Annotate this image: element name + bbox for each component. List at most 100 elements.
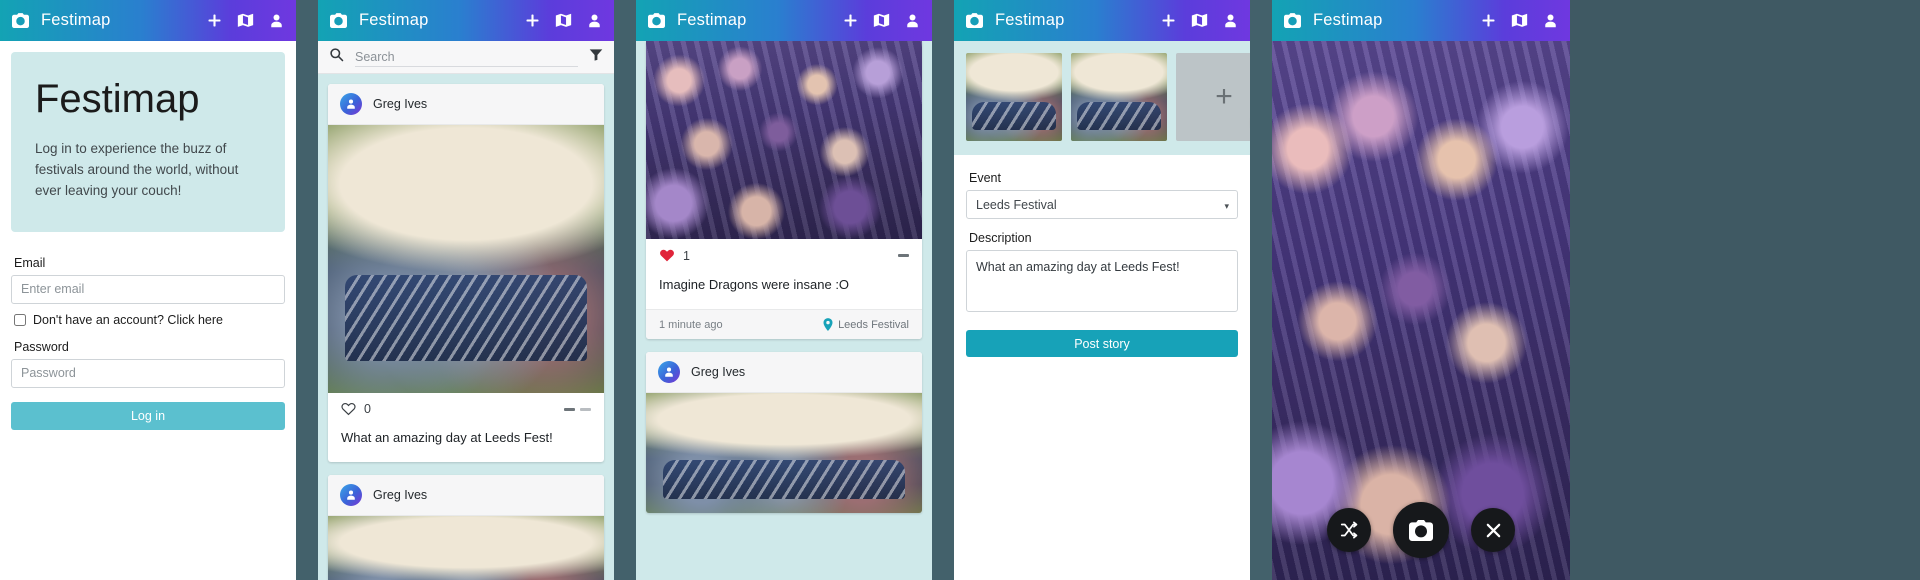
camera-icon[interactable] [12,13,29,28]
add-photo-button[interactable]: + [1176,53,1250,141]
timestamp: 1 minute ago [659,318,723,331]
camera-icon[interactable] [966,13,983,28]
like-control[interactable]: 1 [659,248,690,263]
app-bar: Festimap [954,0,1250,41]
map-icon[interactable] [555,13,572,28]
profile-icon[interactable] [269,13,284,28]
app-title: Festimap [1313,11,1383,29]
post-location[interactable]: Leeds Festival [823,318,909,332]
app-bar-actions [843,13,920,28]
app-title: Festimap [41,11,111,29]
post-caption: Imagine Dragons were insane :O [659,277,850,292]
like-count: 1 [683,248,690,263]
camera-icon[interactable] [1284,13,1301,28]
post-footer: 1 minute ago Leeds Festival [646,309,922,340]
plus-icon[interactable] [1481,13,1496,28]
avatar [340,484,362,507]
email-field[interactable] [11,274,285,304]
plus-icon[interactable] [1161,13,1176,28]
avatar [658,361,680,384]
post-story-button[interactable]: Post story [966,330,1238,357]
close-icon[interactable] [1471,508,1515,552]
post-actions: 1 [646,239,922,270]
page-title: Festimap [35,77,200,121]
post-photo[interactable] [328,516,604,580]
like-control[interactable]: 0 [341,402,371,416]
post-author: Greg Ives [691,365,746,380]
avatar [340,93,362,115]
camera-preview [1272,41,1570,580]
map-icon[interactable] [873,13,890,28]
dash [898,254,909,257]
app-title: Festimap [677,11,747,29]
event-select-wrapper: Leeds Festival ▾ [966,190,1238,219]
app-bar: Festimap [636,0,932,41]
camera-viewfinder[interactable] [1272,41,1570,580]
plus-icon[interactable] [207,13,222,28]
search-input[interactable] [355,47,578,67]
post-author: Greg Ives [373,97,428,111]
panel-divider [614,0,636,580]
post-caption: What an amazing day at Leeds Fest! [341,430,553,445]
signup-checkbox-label[interactable]: Don't have an account? Click here [33,313,223,327]
event-label: Event [969,171,1001,185]
camera-icon[interactable] [648,13,665,28]
plus-icon[interactable] [525,13,540,28]
password-field[interactable] [11,358,285,388]
post-menu-icon[interactable] [564,407,591,411]
login-button[interactable]: Log in [11,401,285,430]
app-bar: Festimap [0,0,296,41]
post-actions: 0 [328,393,604,423]
app-bar: Festimap [1272,0,1570,41]
app-bar-actions [207,13,284,28]
event-select[interactable]: Leeds Festival [966,190,1238,219]
email-label: Email [14,255,46,270]
dash [564,407,575,411]
create-story-form: Event Leeds Festival ▾ Description Post … [954,155,1250,357]
panel-divider [1250,0,1272,580]
photo-thumbnail[interactable] [1071,53,1167,141]
detail-list[interactable]: 1 Imagine Dragons were insane :O 1 minut… [636,41,932,580]
location-label: Leeds Festival [838,318,909,331]
signup-checkbox[interactable] [14,313,26,326]
post-menu-icon[interactable] [898,254,909,257]
filter-icon[interactable] [589,48,603,67]
list-item[interactable]: 1 Imagine Dragons were insane :O 1 minut… [646,41,922,340]
profile-icon[interactable] [1543,13,1558,28]
signup-checkbox-row[interactable]: Don't have an account? Click here [14,313,285,327]
login-body: Festimap Log in to experience the buzz o… [0,41,296,580]
shuffle-icon[interactable] [1327,508,1371,552]
list-item[interactable]: Greg Ives [646,352,922,514]
profile-icon[interactable] [905,13,920,28]
feed-list[interactable]: Greg Ives 0 What an amazing day at Leeds… [318,74,614,580]
app-title: Festimap [995,11,1065,29]
camera-icon[interactable] [330,13,347,28]
description-textarea[interactable] [966,250,1238,312]
capture-button[interactable] [1393,502,1449,558]
camera-controls [1272,502,1570,558]
screenshot-stage: Festimap Festimap Log in to experience t… [0,0,1920,580]
profile-icon[interactable] [587,13,602,28]
post-photo[interactable] [328,125,604,393]
post-header: Greg Ives [328,475,604,517]
plus-icon: + [1215,80,1233,113]
map-icon[interactable] [237,13,254,28]
profile-icon[interactable] [1223,13,1238,28]
photo-thumbnail-strip: + [954,41,1250,155]
post-header: Greg Ives [646,352,922,394]
photo-thumbnail[interactable] [966,53,1062,141]
post-photo[interactable] [646,41,922,239]
app-bar-actions [1161,13,1238,28]
dash [580,407,591,411]
post-photo[interactable] [646,393,922,514]
post-author: Greg Ives [373,488,428,503]
map-icon[interactable] [1191,13,1208,28]
plus-icon[interactable] [843,13,858,28]
list-item[interactable]: Greg Ives 0 What an amazing day at Leeds… [328,84,604,463]
post-header: Greg Ives [328,84,604,125]
map-icon[interactable] [1511,13,1528,28]
app-title: Festimap [359,11,429,29]
list-item[interactable]: Greg Ives [328,475,604,580]
like-count: 0 [364,402,371,416]
search-icon [329,47,344,67]
